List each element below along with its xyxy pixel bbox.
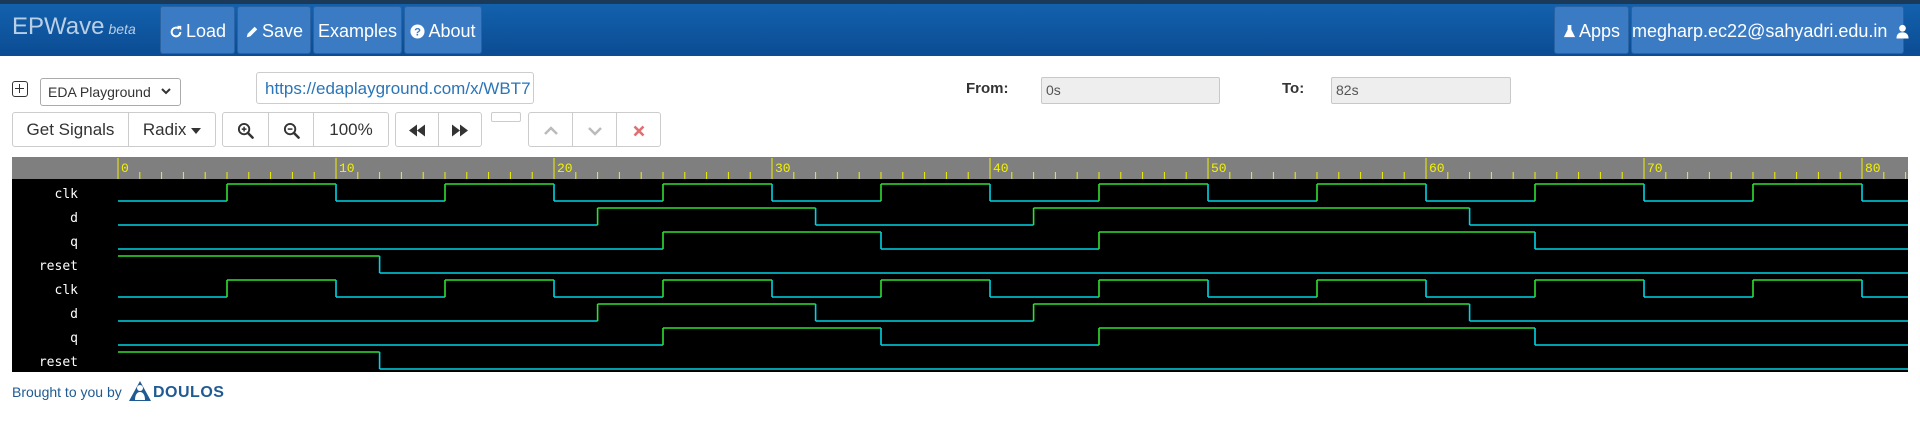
radix-label: Radix — [142, 120, 187, 139]
doulos-logo-icon[interactable] — [128, 380, 152, 402]
get-signals-button[interactable]: Get Signals — [12, 112, 129, 147]
save-label: Save — [261, 21, 304, 41]
signal-value-pill[interactable] — [491, 112, 521, 122]
apps-button[interactable]: Apps — [1554, 6, 1629, 54]
add-panel-icon[interactable] — [12, 81, 28, 97]
ruler-tick-label: 40 — [993, 161, 1009, 176]
ruler-tick-label: 10 — [339, 161, 355, 176]
forward-icon — [452, 124, 468, 137]
backward-icon — [409, 124, 425, 137]
brand-beta: beta — [108, 21, 136, 37]
signal-name-reset[interactable]: reset — [39, 355, 78, 370]
svg-text:?: ? — [415, 27, 422, 39]
ruler-tick-label: 60 — [1429, 161, 1445, 176]
from-time-input[interactable]: 0s — [1041, 77, 1220, 104]
move-signal-up-button[interactable] — [528, 112, 573, 147]
source-select-value: EDA Playground — [48, 84, 151, 100]
zoom-out-button[interactable] — [268, 112, 314, 147]
load-button[interactable]: Load — [160, 6, 235, 54]
user-menu-button[interactable]: megharp.ec22@sahyadri.edu.in — [1631, 6, 1909, 54]
ruler-tick-label: 70 — [1647, 161, 1663, 176]
signal-name-clk[interactable]: clk — [55, 283, 79, 298]
ruler-tick-label: 20 — [557, 161, 573, 176]
user-icon — [1896, 24, 1909, 39]
examples-label: Examples — [317, 21, 398, 41]
zoom-level-button[interactable]: 100% — [313, 112, 389, 147]
zoom-in-icon — [237, 122, 254, 139]
about-label: About — [428, 21, 476, 41]
close-icon — [633, 125, 644, 136]
chevron-down-icon — [161, 88, 171, 95]
apps-label: Apps — [1578, 21, 1621, 41]
caret-down-icon — [191, 127, 202, 134]
ruler-tick-label: 80 — [1865, 161, 1881, 176]
pencil-icon — [246, 26, 258, 38]
chevron-up-icon — [543, 125, 558, 135]
flask-icon — [1563, 25, 1576, 38]
move-signal-down-button[interactable] — [572, 112, 617, 147]
doulos-wordmark[interactable]: DOULOS — [153, 384, 224, 402]
signal-name-d[interactable]: d — [70, 211, 78, 226]
playground-url-field[interactable]: https://edaplayground.com/x/WBT7 — [256, 72, 534, 104]
user-label: megharp.ec22@sahyadri.edu.in — [1632, 21, 1888, 41]
source-select[interactable]: EDA Playground — [40, 78, 181, 106]
zoom-in-button[interactable] — [222, 112, 269, 147]
to-label: To: — [1282, 80, 1305, 97]
remove-signal-button[interactable] — [616, 112, 661, 147]
signal-name-clk[interactable]: clk — [55, 187, 79, 202]
chevron-down-icon — [587, 126, 602, 136]
navbar: EPWave beta Load Save Examples ? About App… — [0, 4, 1920, 56]
jump-start-button[interactable] — [395, 112, 439, 147]
from-label: From: — [966, 80, 1009, 97]
refresh-icon — [170, 25, 182, 38]
signal-name-reset[interactable]: reset — [39, 259, 78, 274]
ruler-tick-label: 50 — [1211, 161, 1227, 176]
waveform-viewer[interactable]: 0 10 20 30 40 50 60 70 80 clkdqresetclkdqreset — [12, 157, 1908, 372]
ruler-tick-label: 0 — [121, 161, 129, 176]
brand-name: EPWave — [12, 13, 105, 40]
signal-name-q[interactable]: q — [70, 331, 78, 346]
zoom-out-icon — [283, 122, 300, 139]
jump-end-button[interactable] — [438, 112, 482, 147]
to-time-input[interactable]: 82s — [1331, 77, 1511, 104]
signal-name-d[interactable]: d — [70, 307, 78, 322]
save-button[interactable]: Save — [237, 6, 311, 54]
about-button[interactable]: ? About — [404, 6, 482, 54]
question-circle-icon: ? — [410, 24, 425, 39]
brand-logo[interactable]: EPWave beta — [12, 13, 136, 41]
radix-dropdown-button[interactable]: Radix — [128, 112, 216, 147]
signal-name-q[interactable]: q — [70, 235, 78, 250]
load-label: Load — [185, 21, 227, 41]
brought-by-text: Brought to you by — [12, 384, 122, 400]
waveform-background — [12, 157, 1908, 372]
ruler-tick-label: 30 — [775, 161, 791, 176]
examples-button[interactable]: Examples — [313, 6, 402, 54]
time-ruler — [12, 157, 1908, 179]
